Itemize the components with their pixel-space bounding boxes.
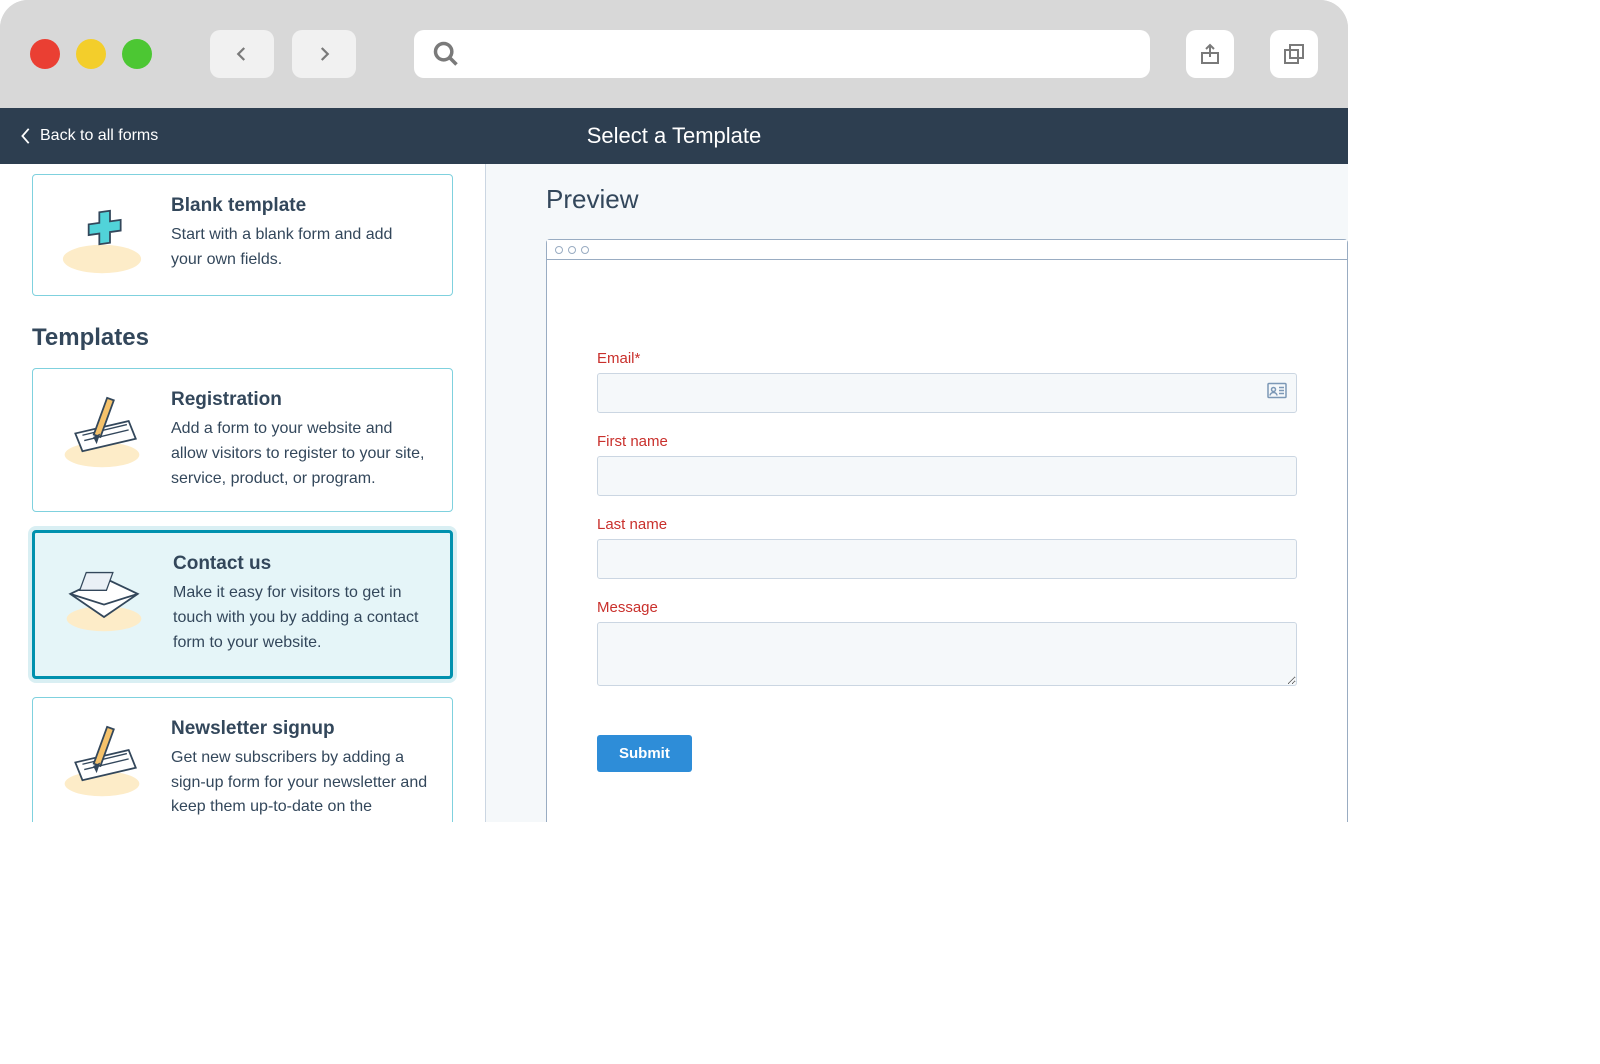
template-card-body: Newsletter signup Get new subscribers by…: [171, 718, 428, 820]
form-field-email: Email*: [597, 350, 1297, 413]
form-field-first-name: First name: [597, 433, 1297, 496]
copy-icon: [1282, 42, 1306, 66]
browser-forward-button[interactable]: [292, 30, 356, 78]
form-field-message: Message: [597, 599, 1297, 691]
share-icon: [1198, 42, 1222, 66]
preview-title: Preview: [546, 184, 1348, 215]
template-title: Newsletter signup: [171, 718, 428, 740]
app-content: Back to all forms Select a Template Blan…: [0, 108, 1348, 822]
chevron-left-icon: [20, 127, 32, 145]
template-card-body: Contact us Make it easy for visitors to …: [173, 553, 426, 655]
template-card-body: Blank template Start with a blank form a…: [171, 195, 428, 275]
last-name-input[interactable]: [597, 539, 1297, 579]
first-name-label: First name: [597, 433, 1297, 450]
back-link-label: Back to all forms: [40, 127, 158, 145]
templates-section-title: Templates: [32, 324, 453, 352]
back-to-forms-link[interactable]: Back to all forms: [20, 127, 158, 145]
template-desc: Add a form to your website and allow vis…: [171, 417, 428, 491]
minimize-window-icon[interactable]: [76, 39, 106, 69]
first-name-input[interactable]: [597, 456, 1297, 496]
envelope-icon: [59, 553, 149, 633]
message-textarea[interactable]: [597, 622, 1297, 686]
preview-window-titlebar: [547, 240, 1347, 260]
preview-form: Email* First name: [547, 260, 1347, 812]
tabs-button[interactable]: [1270, 30, 1318, 78]
preview-pane: Preview Email*: [486, 164, 1348, 822]
search-icon: [432, 40, 460, 68]
browser-back-button[interactable]: [210, 30, 274, 78]
share-button[interactable]: [1186, 30, 1234, 78]
template-card-newsletter[interactable]: Newsletter signup Get new subscribers by…: [32, 697, 453, 822]
last-name-label: Last name: [597, 516, 1297, 533]
template-title: Blank template: [171, 195, 428, 217]
content-area: Blank template Start with a blank form a…: [0, 164, 1348, 822]
template-title: Contact us: [173, 553, 426, 575]
template-desc: Make it easy for visitors to get in touc…: [173, 581, 426, 655]
window-dot-icon: [555, 246, 563, 254]
template-card-body: Registration Add a form to your website …: [171, 389, 428, 491]
url-bar[interactable]: [414, 30, 1150, 78]
template-desc: Start with a blank form and add your own…: [171, 223, 428, 273]
browser-toolbar: [0, 0, 1348, 108]
browser-frame: Back to all forms Select a Template Blan…: [0, 0, 1348, 822]
window-dot-icon: [581, 246, 589, 254]
contact-card-icon: [1267, 383, 1287, 404]
app-header: Back to all forms Select a Template: [0, 108, 1348, 164]
template-title: Registration: [171, 389, 428, 411]
close-window-icon[interactable]: [30, 39, 60, 69]
page-title: Select a Template: [587, 123, 761, 149]
message-label: Message: [597, 599, 1297, 616]
maximize-window-icon[interactable]: [122, 39, 152, 69]
preview-window: Email* First name: [546, 239, 1348, 822]
window-dot-icon: [568, 246, 576, 254]
pencil-paper-icon: [57, 389, 147, 469]
pencil-paper-icon: [57, 718, 147, 798]
form-field-last-name: Last name: [597, 516, 1297, 579]
submit-button[interactable]: Submit: [597, 735, 692, 772]
template-sidebar: Blank template Start with a blank form a…: [0, 164, 486, 822]
template-card-blank[interactable]: Blank template Start with a blank form a…: [32, 174, 453, 296]
template-card-registration[interactable]: Registration Add a form to your website …: [32, 368, 453, 512]
plus-icon: [57, 195, 147, 275]
email-input[interactable]: [597, 373, 1297, 413]
template-card-contact-us[interactable]: Contact us Make it easy for visitors to …: [32, 530, 453, 678]
traffic-lights: [30, 39, 152, 69]
template-desc: Get new subscribers by adding a sign-up …: [171, 746, 428, 820]
email-label: Email*: [597, 350, 1297, 367]
